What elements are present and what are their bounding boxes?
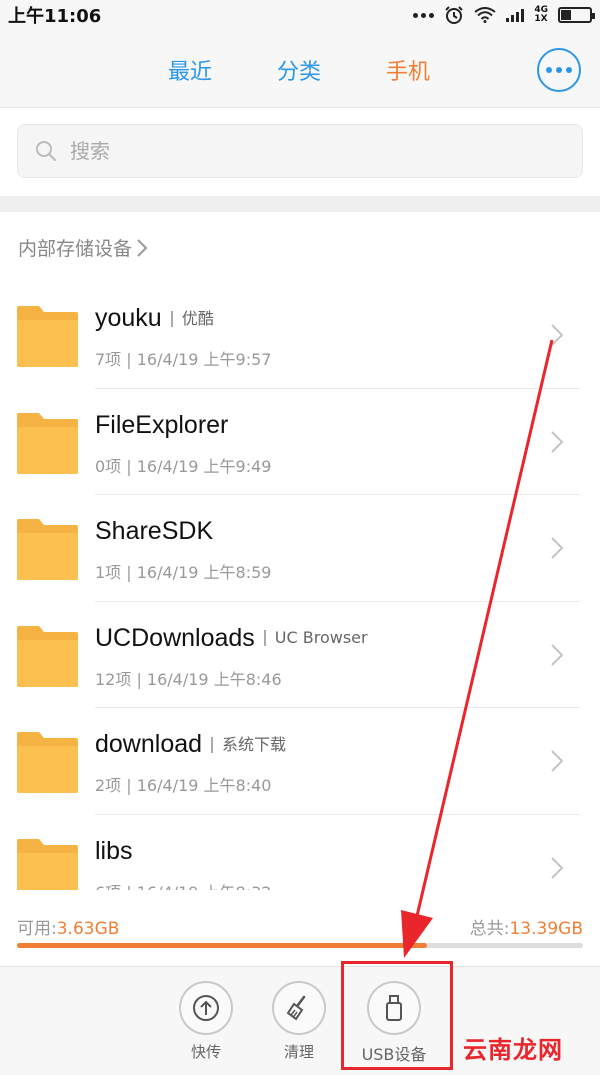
file-tag: UC Browser — [263, 630, 368, 646]
total-value: 13.39GB — [509, 919, 583, 939]
file-name-line: download 系统下载 — [95, 730, 286, 759]
file-manager-screen: 上午11:06 4G 1X 最近 分类 手机 搜索 内部存储设备 youku 优… — [0, 0, 600, 1075]
chevron-right-icon — [551, 324, 564, 346]
available-storage: 可用:3.63GB — [17, 914, 119, 939]
file-name: UCDownloads — [95, 623, 255, 652]
wifi-icon — [474, 7, 496, 23]
storage-bar — [17, 943, 583, 948]
file-name: ShareSDK — [95, 517, 214, 545]
total-storage: 总共:13.39GB — [470, 914, 583, 939]
folder-icon — [17, 732, 78, 793]
status-bar: 上午11:06 4G 1X — [0, 0, 600, 30]
search-area — [0, 108, 600, 196]
file-name-line: UCDownloads UC Browser — [95, 624, 368, 653]
file-name: FileExplorer — [95, 410, 229, 439]
folder-icon — [17, 838, 78, 890]
search-input[interactable] — [70, 135, 550, 167]
network-tag-bottom: 1X — [534, 14, 548, 24]
cell-signal-icon — [506, 8, 525, 22]
more-notifications-icon — [413, 12, 435, 18]
section-divider — [0, 196, 600, 212]
available-value: 3.63GB — [56, 919, 120, 939]
more-button[interactable] — [537, 48, 581, 92]
file-name-line: youku 优酷 — [95, 304, 214, 333]
file-meta: 0项 | 16/4/19 上午9:49 — [95, 456, 272, 476]
available-label: 可用: — [17, 919, 57, 939]
quick-transfer-button[interactable]: 快传 — [166, 981, 246, 1062]
file-name-line: libs — [95, 837, 133, 866]
bottom-toolbar: 快传 清理 USB设备 — [0, 966, 600, 1075]
file-row[interactable]: UCDownloads UC Browser 12项 | 16/4/19 上午8:4… — [0, 602, 600, 709]
chevron-right-icon — [551, 856, 564, 879]
status-time: 上午11:06 — [8, 6, 102, 27]
file-name: download — [95, 730, 203, 758]
quick-transfer-label: 快传 — [190, 1043, 221, 1061]
folder-icon — [17, 625, 78, 687]
search-icon — [36, 141, 56, 161]
file-meta: 6项 | 16/4/19 上午8:32 — [95, 879, 271, 891]
file-row[interactable]: libs 6项 | 16/4/19 上午8:32 — [0, 815, 600, 891]
file-row[interactable]: ShareSDK 1项 | 16/4/19 上午8:59 — [0, 495, 600, 602]
chevron-right-icon — [551, 430, 564, 453]
file-name: youku — [95, 304, 162, 332]
file-tag: 系统下载 — [211, 736, 286, 753]
upload-arrow-icon — [193, 995, 219, 1021]
usb-drive-icon — [386, 995, 402, 1021]
file-row[interactable]: download 系统下载 2项 | 16/4/19 上午8:40 — [0, 708, 600, 815]
storage-info: 可用:3.63GB 总共:13.39GB — [0, 890, 600, 966]
usb-device-button[interactable]: USB设备 — [354, 981, 434, 1065]
total-label: 总共: — [469, 919, 510, 939]
tab-category[interactable]: 分类 — [277, 54, 321, 86]
clean-button[interactable]: 清理 — [259, 981, 339, 1062]
file-name: libs — [95, 836, 133, 865]
folder-icon — [17, 519, 78, 580]
tab-phone[interactable]: 手机 — [386, 54, 430, 86]
file-meta: 12项 | 16/4/19 上午8:46 — [95, 669, 282, 689]
search-box[interactable] — [17, 124, 583, 178]
file-row[interactable]: FileExplorer 0项 | 16/4/19 上午9:49 — [0, 389, 600, 496]
alarm-clock-icon — [445, 6, 464, 24]
battery-icon — [558, 7, 595, 23]
file-tag: 优酷 — [170, 310, 214, 327]
status-icons: 4G 1X — [413, 5, 595, 25]
chevron-right-icon — [551, 643, 564, 666]
file-name-line: FileExplorer — [95, 411, 228, 440]
file-row[interactable]: youku 优酷 7项 | 16/4/19 上午9:57 — [0, 282, 600, 389]
broom-icon — [286, 995, 306, 1021]
more-dots-icon — [546, 67, 552, 73]
network-type-indicator: 4G 1X — [534, 6, 548, 24]
clean-label: 清理 — [283, 1043, 314, 1061]
file-name-line: ShareSDK — [95, 517, 213, 546]
breadcrumb-label: 内部存储设备 — [18, 238, 133, 260]
folder-icon — [17, 412, 78, 474]
breadcrumb[interactable]: 内部存储设备 — [18, 234, 148, 261]
chevron-right-icon — [551, 750, 564, 772]
folder-icon — [17, 306, 78, 367]
storage-bar-fill — [17, 943, 427, 948]
tab-recent[interactable]: 最近 — [168, 54, 212, 86]
chevron-right-icon — [551, 537, 564, 559]
file-meta: 7项 | 16/4/19 上午9:57 — [95, 350, 272, 369]
file-meta: 2项 | 16/4/19 上午8:40 — [95, 776, 272, 795]
usb-device-label: USB设备 — [361, 1045, 427, 1064]
file-meta: 1项 | 16/4/19 上午8:59 — [95, 563, 272, 582]
file-list: youku 优酷 7项 | 16/4/19 上午9:57 FileExplorer 0项… — [0, 282, 600, 890]
top-tab-bar: 最近 分类 手机 — [0, 30, 600, 108]
chevron-right-icon — [137, 238, 148, 257]
